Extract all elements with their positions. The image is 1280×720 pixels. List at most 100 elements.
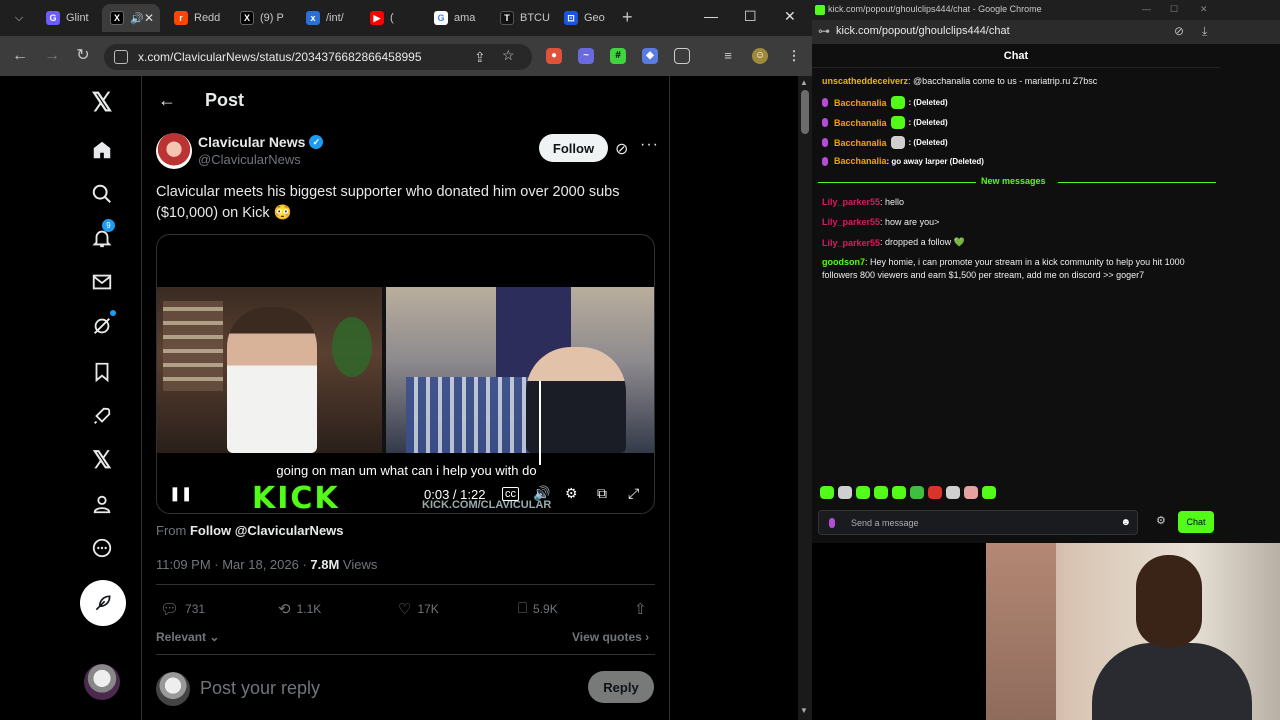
emote-icon[interactable] [946, 486, 960, 499]
eye-off-icon[interactable]: ⊘ [1174, 24, 1184, 38]
chat-username[interactable]: unscatheddeceiverz [822, 76, 908, 86]
tab-youtube[interactable]: ▶( [362, 4, 422, 32]
extension-shield-icon[interactable]: ◆ [642, 48, 658, 64]
new-tab-plus-icon[interactable]: + [622, 8, 633, 26]
forward-arrow-icon[interactable]: → [42, 46, 62, 66]
chat-username[interactable]: goodson7 [822, 257, 865, 267]
extension-grid-icon[interactable]: # [610, 48, 626, 64]
emoji-picker-icon[interactable]: ☻ [1120, 517, 1131, 528]
scroll-up-arrow-icon[interactable]: ▲ [800, 78, 808, 87]
share-action[interactable]: ⇧ [634, 600, 647, 618]
extensions-puzzle-icon[interactable] [674, 48, 690, 64]
captions-cc-icon[interactable]: cc [502, 487, 519, 501]
compose-post-button[interactable] [80, 580, 126, 626]
premium-x-icon[interactable]: 𝕏 [88, 446, 116, 474]
chat-username[interactable]: Lily_parker55 [822, 217, 880, 227]
site-info-icon[interactable] [114, 50, 128, 64]
bookmark-star-icon[interactable]: ☆ [502, 47, 515, 64]
chat-username[interactable]: Lily_parker55 [822, 197, 880, 207]
profile-avatar-icon[interactable]: ☺ [752, 48, 768, 64]
settings-gear-icon[interactable]: ⚙ [565, 485, 578, 502]
chat-username[interactable]: Bacchanalia [834, 138, 887, 148]
page-scrollbar[interactable]: ▲ ▼ [798, 76, 812, 720]
tab-btcu[interactable]: T BTCU [492, 4, 554, 32]
sort-relevant-dropdown[interactable]: Relevant ⌄ [156, 630, 219, 644]
chat-settings-gear-icon[interactable]: ⚙ [1156, 514, 1166, 527]
x-logo-icon[interactable]: 𝕏 [88, 87, 116, 117]
maximize-icon[interactable]: ☐ [1170, 4, 1178, 15]
bookmarks-icon[interactable] [88, 358, 116, 386]
emote-icon[interactable] [892, 486, 906, 499]
scrollbar-thumb[interactable] [801, 90, 809, 134]
video-player[interactable]: going on man um what can i help you with… [156, 234, 655, 514]
scroll-down-arrow-icon[interactable]: ▼ [800, 706, 808, 715]
minimize-icon[interactable]: — [1142, 4, 1151, 14]
rocket-icon[interactable] [88, 402, 116, 430]
browser-menu-icon[interactable]: ⋮ [786, 48, 802, 64]
close-tab-icon[interactable]: ✕ [144, 11, 154, 25]
close-window-icon[interactable]: ✕ [1200, 4, 1208, 15]
tab-geo[interactable]: ⊡ Geo [556, 4, 616, 32]
repost-action[interactable]: ⟲ 1.1K [278, 600, 321, 618]
emote-icon[interactable] [964, 486, 978, 499]
address-url[interactable]: x.com/ClavicularNews/status/203437668286… [138, 50, 422, 64]
tab-int[interactable]: x/int/ [298, 4, 360, 32]
extension-feather-icon[interactable]: ~ [578, 48, 594, 64]
chat-username[interactable]: Bacchanalia [834, 118, 887, 128]
close-window-icon[interactable]: ✕ [784, 8, 796, 25]
emote-icon[interactable] [874, 486, 888, 499]
tab-x-active[interactable]: X 🔊 ✕ [102, 4, 160, 32]
tab-google[interactable]: Gama [426, 4, 488, 32]
chat-username[interactable]: Bacchanalia [834, 156, 887, 166]
grok-explain-icon[interactable]: ⊘ [615, 139, 628, 159]
reload-icon[interactable]: ↻ [73, 46, 93, 66]
site-settings-icon[interactable]: ⊶ [818, 24, 830, 38]
author-handle[interactable]: @ClavicularNews [198, 152, 301, 167]
chat-username[interactable]: Lily_parker55 [822, 238, 880, 248]
emote-icon[interactable] [838, 486, 852, 499]
follow-button[interactable]: Follow [539, 134, 608, 162]
author-name[interactable]: Clavicular News ✓ [198, 134, 324, 150]
tab-glint[interactable]: G Glint [38, 4, 98, 32]
grok-icon[interactable] [88, 310, 116, 340]
extension-fox-icon[interactable]: ● [546, 48, 562, 64]
tab-reddit[interactable]: r Redd [166, 4, 228, 32]
chat-input[interactable]: Send a message ☻ [818, 510, 1138, 535]
back-arrow-icon[interactable]: ← [158, 90, 176, 111]
reply-input[interactable]: Post your reply [200, 678, 320, 699]
tab-search-chevron-icon[interactable]: ⌵ [8, 7, 30, 29]
download-icon[interactable]: ⤓ [1202, 24, 1207, 39]
account-avatar[interactable] [84, 664, 120, 700]
like-action[interactable]: ♡ 17K [398, 600, 439, 618]
home-icon[interactable] [88, 136, 116, 164]
reply-action[interactable]: 💬︎ 731 [160, 600, 205, 618]
media-controls-icon[interactable]: ≡ [720, 48, 736, 64]
from-link[interactable]: Follow @ClavicularNews [190, 523, 344, 538]
more-circle-icon[interactable] [88, 534, 116, 562]
emote-icon[interactable] [820, 486, 834, 499]
send-chat-button[interactable]: Chat [1178, 511, 1214, 533]
emote-icon[interactable] [856, 486, 870, 499]
back-arrow-icon[interactable]: ← [10, 46, 30, 66]
chat-input-placeholder[interactable]: Send a message [851, 518, 919, 528]
emote-icon[interactable] [910, 486, 924, 499]
address-bar[interactable]: x.com/ClavicularNews/status/203437668286… [104, 44, 532, 70]
profile-person-icon[interactable] [88, 490, 116, 518]
pause-icon[interactable]: ❚❚ [169, 485, 192, 502]
picture-in-picture-icon[interactable]: ⧉ [597, 485, 607, 502]
reply-button[interactable]: Reply [588, 671, 654, 703]
view-quotes-link[interactable]: View quotes › [572, 630, 649, 644]
chat-username[interactable]: Bacchanalia [834, 98, 887, 108]
maximize-icon[interactable]: ☐ [744, 8, 757, 25]
messages-envelope-icon[interactable] [88, 268, 116, 296]
emote-icon[interactable] [982, 486, 996, 499]
author-name-text[interactable]: Clavicular News [198, 134, 305, 150]
volume-icon[interactable]: 🔊 [533, 485, 550, 502]
post-timestamp[interactable]: 11:09 PM · Mar 18, 2026 · [156, 557, 310, 572]
tab-x-notifications[interactable]: X (9) P [232, 4, 294, 32]
search-icon[interactable] [88, 180, 116, 208]
install-app-icon[interactable]: ⇪ [474, 49, 486, 66]
post-more-icon[interactable]: ··· [640, 136, 659, 154]
fullscreen-icon[interactable]: ⤢ [628, 485, 639, 502]
popup-url[interactable]: kick.com/popout/ghoulclips444/chat [836, 25, 1010, 37]
